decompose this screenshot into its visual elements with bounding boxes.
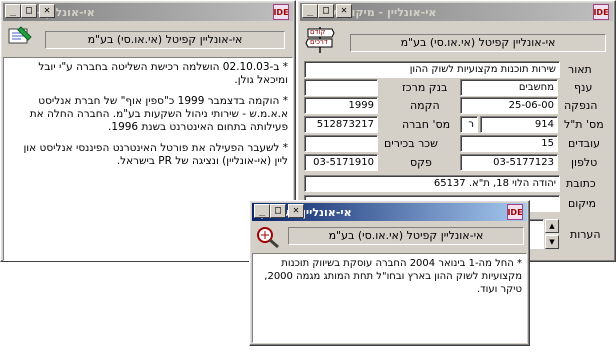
tase-num-field[interactable]: 914 <box>480 116 558 133</box>
minimize-button[interactable]: _ <box>254 204 270 218</box>
maximize-button[interactable]: □ <box>21 4 37 18</box>
magnifier-icon <box>254 225 282 249</box>
fax-field[interactable]: 03-5171910 <box>304 154 378 171</box>
paragraph: * החל מה-1 בינואר 2004 החברה עוסקת בשיוו… <box>264 258 522 295</box>
company-name: אי-אונליין קפיטל (אי.או.סי) בע"מ <box>288 227 524 245</box>
title-buttons: _ □ ✕ <box>302 4 352 18</box>
close-button[interactable]: ✕ <box>288 204 304 218</box>
label-employees: עובדים <box>568 137 601 150</box>
central-bank-field[interactable] <box>304 79 378 96</box>
scroll-down-arrow-icon[interactable]: ▼ <box>545 235 559 249</box>
nav-down-label[interactable]: דרכים <box>310 38 328 46</box>
label-company-num: מס' חברה <box>402 118 451 131</box>
label-tase-num: מס' ת"ל <box>564 118 604 131</box>
title-buttons: _ □ ✕ <box>5 4 55 18</box>
notes-scrollbar[interactable]: ▲ ▼ <box>544 219 559 249</box>
established-field[interactable]: 1999 <box>304 97 378 114</box>
app-icon[interactable]: IDE <box>273 4 289 20</box>
label-exec-pay: שכר בכירים <box>384 137 438 150</box>
company-num-field[interactable]: 512873217 <box>304 116 378 133</box>
label-address: כתובת <box>566 177 596 190</box>
branch-field[interactable]: מחשבים <box>460 79 558 96</box>
company-name: אי-אונליין קפיטל (אי.או.סי) בע"מ <box>350 34 606 52</box>
app-icon[interactable]: IDE <box>593 4 609 20</box>
phone-field[interactable]: 03-5177123 <box>460 154 558 171</box>
exec-pay-field[interactable] <box>304 135 378 152</box>
close-button[interactable]: ✕ <box>336 4 352 18</box>
maximize-button[interactable]: □ <box>318 4 334 18</box>
label-phone: טלפון <box>571 156 598 169</box>
minimize-button[interactable]: _ <box>302 4 318 18</box>
scroll-up-arrow-icon[interactable]: ▲ <box>545 219 559 233</box>
employees-field[interactable]: 15 <box>460 135 558 152</box>
nav-up-label[interactable]: קודם <box>310 28 325 36</box>
notebook-icon <box>7 25 33 47</box>
label-issue: הנפקה <box>564 99 598 112</box>
issue-field[interactable]: 25-06-00 <box>460 97 558 114</box>
label-established: הקמה <box>410 99 440 112</box>
occupation-window: IDE אי-אונליין - עיסוק _ □ ✕ אי-אונליין … <box>249 200 530 346</box>
label-description: תאור <box>568 63 592 76</box>
paragraph: * לשעבר הפעילה את פורטל האינטרנט הפיננסי… <box>23 142 288 167</box>
label-location: מיקום <box>568 197 597 210</box>
paragraph: * הוקמה בדצמבר 1999 כ"ספין אוף" של חברת … <box>29 95 288 133</box>
tase-letter-field[interactable]: ר <box>460 116 478 133</box>
label-notes: הערות <box>570 228 601 241</box>
label-central-bank: בנק מרכז <box>402 81 448 94</box>
paragraph: * ב-02.10.03 הושלמה רכישת השליטה בחברה ע… <box>38 61 288 86</box>
app-icon[interactable]: IDE <box>507 204 523 220</box>
title-buttons: _ □ ✕ <box>254 204 304 218</box>
occupation-text[interactable]: * החל מה-1 בינואר 2004 החברה עוסקת בשיוו… <box>252 253 527 343</box>
close-button[interactable]: ✕ <box>39 4 55 18</box>
company-name: אי-אונליין קפיטל (אי.או.סי) בע"מ <box>45 31 285 49</box>
address-field[interactable]: יהודה הלוי 18, ת"א. 65137 <box>304 175 560 192</box>
minimize-button[interactable]: _ <box>5 4 21 18</box>
label-fax: פקס <box>410 156 432 169</box>
description-field[interactable]: שירות תוכנות מקצועיות לשוק ההון <box>304 61 560 78</box>
label-branch: ענף <box>574 81 593 94</box>
maximize-button[interactable]: □ <box>270 204 286 218</box>
